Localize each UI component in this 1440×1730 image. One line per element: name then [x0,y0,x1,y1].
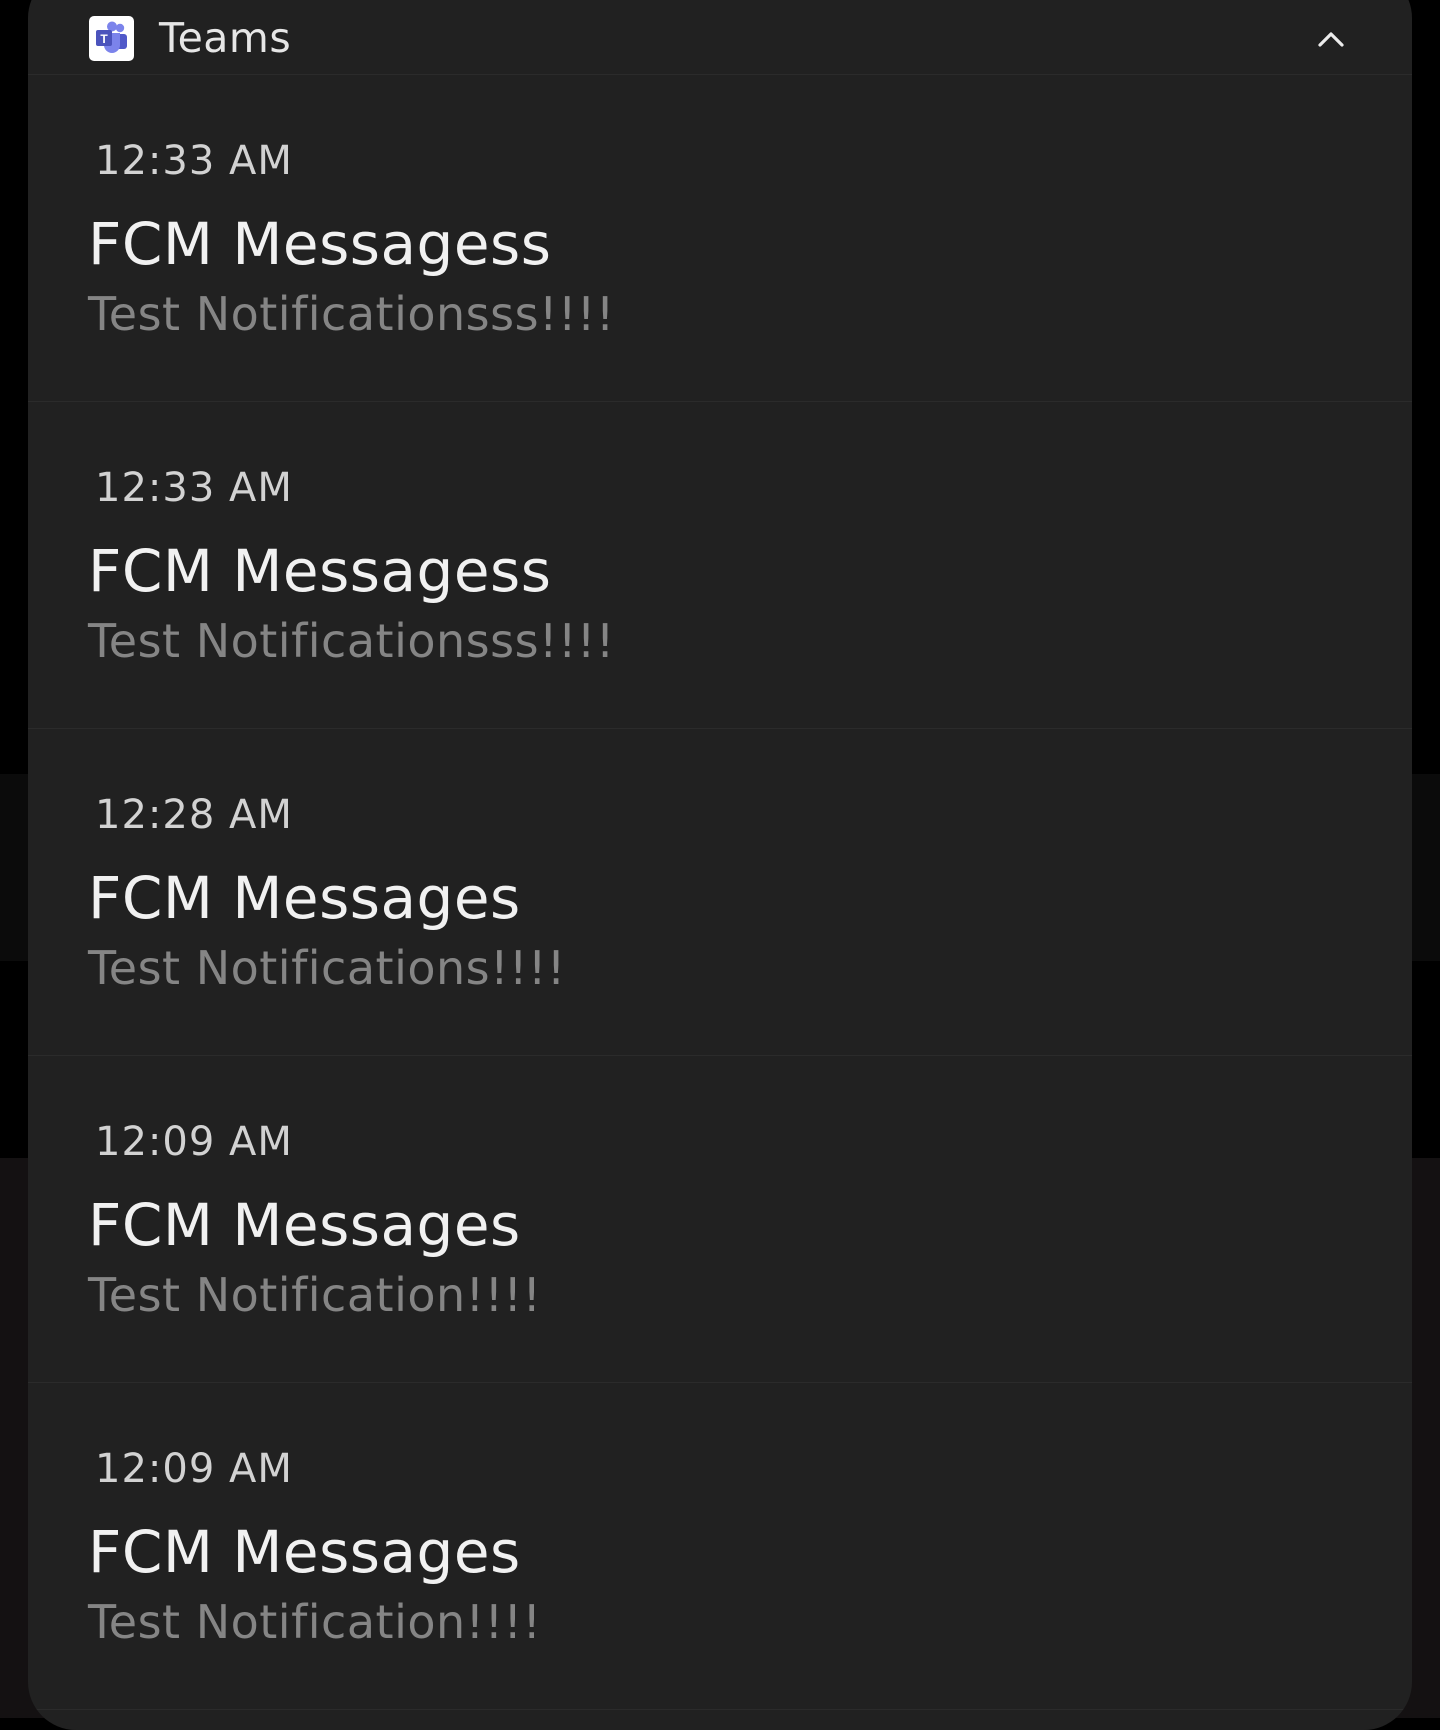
notification-time: 12:09 AM [95,1446,293,1492]
notification-group-panel: T Teams 12:33 AM FCM Messagess Test Noti… [28,0,1412,1730]
notification-item[interactable]: 12:09 AM FCM Messages Test Notification!… [28,1056,1412,1383]
notification-group-header[interactable]: T Teams [28,0,1412,75]
notification-body: Test Notificationsss!!!! [88,614,615,668]
notification-item[interactable]: 12:09 AM FCM Messages Test Notification!… [28,1383,1412,1710]
app-name: Teams [159,14,292,62]
notification-title: FCM Messages [88,864,521,932]
collapse-button[interactable] [1306,14,1356,64]
notification-title: FCM Messages [88,1518,521,1586]
svg-text:T: T [100,32,108,46]
notification-time: 12:33 AM [95,465,293,511]
notification-title: FCM Messagess [88,210,552,278]
notification-time: 12:28 AM [95,792,293,838]
notification-time: 12:09 AM [95,1119,293,1165]
notification-title: FCM Messagess [88,537,552,605]
notification-item[interactable]: 12:33 AM FCM Messagess Test Notification… [28,75,1412,402]
notification-item[interactable]: 12:28 AM FCM Messages Test Notifications… [28,729,1412,1056]
notification-title: FCM Messages [88,1191,521,1259]
notification-body: Test Notificationsss!!!! [88,287,615,341]
notification-time: 12:33 AM [95,138,293,184]
teams-icon: T [89,16,134,61]
notification-body: Test Notifications!!!! [88,941,566,995]
notification-item[interactable]: 12:33 AM FCM Messagess Test Notification… [28,402,1412,729]
chevron-up-icon [1318,32,1344,47]
notification-body: Test Notification!!!! [88,1595,542,1649]
notification-body: Test Notification!!!! [88,1268,542,1322]
notification-list: 12:33 AM FCM Messagess Test Notification… [28,75,1412,1710]
